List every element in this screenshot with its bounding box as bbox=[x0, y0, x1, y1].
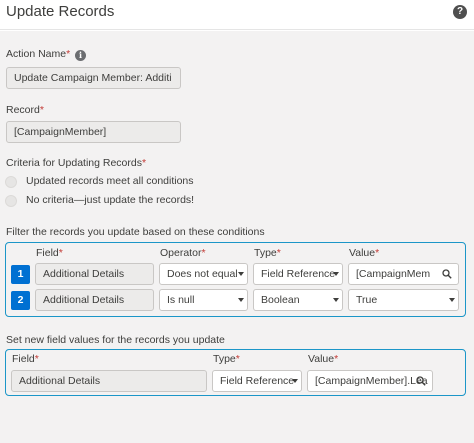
filter-column-field: Field* bbox=[36, 247, 63, 259]
filter-column-type: Type* bbox=[254, 247, 281, 259]
condition-operator-select[interactable]: Is null bbox=[159, 289, 248, 311]
required-mark: * bbox=[276, 247, 281, 259]
set-type-select[interactable]: Field Reference bbox=[212, 370, 302, 392]
action-name-label: Action Name* bbox=[6, 48, 70, 60]
filter-column-operator: Operator* bbox=[160, 247, 206, 259]
filter-heading: Filter the records you update based on t… bbox=[6, 226, 265, 238]
input-value: [CampaignMem bbox=[356, 268, 431, 280]
chevron-down-icon bbox=[333, 298, 339, 302]
column-label: Field bbox=[36, 247, 59, 259]
modal-header: Update Records ? bbox=[0, 0, 474, 30]
record-label: Record* bbox=[6, 104, 44, 116]
condition-type-select[interactable]: Boolean bbox=[253, 289, 343, 311]
select-value: True bbox=[356, 294, 378, 306]
column-label: Value bbox=[349, 247, 376, 259]
search-icon[interactable] bbox=[416, 376, 426, 386]
criteria-radio-no-criteria[interactable] bbox=[5, 195, 17, 207]
action-name-label-text: Action Name bbox=[6, 48, 67, 60]
action-name-field[interactable]: Update Campaign Member: Additi bbox=[6, 67, 181, 89]
condition-number-badge: 1 bbox=[11, 265, 30, 284]
chevron-down-icon bbox=[238, 272, 244, 276]
criteria-label: Criteria for Updating Records* bbox=[6, 157, 146, 169]
help-icon[interactable]: ? bbox=[453, 5, 467, 19]
set-column-type: Type* bbox=[213, 353, 240, 365]
required-mark: * bbox=[39, 104, 44, 116]
select-value: Boolean bbox=[261, 294, 300, 306]
column-label: Type bbox=[254, 247, 277, 259]
select-value: Field Reference bbox=[261, 268, 336, 280]
chevron-down-icon bbox=[238, 298, 244, 302]
condition-field[interactable]: Additional Details bbox=[35, 289, 154, 311]
criteria-radio-all-conditions[interactable] bbox=[5, 176, 17, 188]
required-mark: * bbox=[34, 353, 39, 365]
column-label: Type bbox=[213, 353, 236, 365]
set-column-field: Field* bbox=[12, 353, 39, 365]
condition-value-input[interactable]: [CampaignMem bbox=[348, 263, 459, 285]
criteria-option-label: No criteria—just update the records! bbox=[26, 194, 195, 206]
select-value: Field Reference bbox=[220, 375, 295, 387]
chevron-down-icon bbox=[449, 298, 455, 302]
select-value: Is null bbox=[167, 294, 195, 306]
condition-operator-select[interactable]: Does not equal bbox=[159, 263, 248, 285]
set-value-input[interactable]: [CampaignMember].Lea bbox=[307, 370, 433, 392]
chevron-down-icon bbox=[292, 379, 298, 383]
required-mark: * bbox=[201, 247, 206, 259]
required-mark: * bbox=[58, 247, 63, 259]
criteria-option-label: Updated records meet all conditions bbox=[26, 175, 194, 187]
chevron-down-icon bbox=[333, 272, 339, 276]
info-icon[interactable]: i bbox=[75, 50, 86, 61]
column-label: Field bbox=[12, 353, 35, 365]
required-mark: * bbox=[334, 353, 339, 365]
condition-number-badge: 2 bbox=[11, 291, 30, 310]
required-mark: * bbox=[235, 353, 240, 365]
column-label: Value bbox=[308, 353, 335, 365]
select-value: Does not equal bbox=[167, 268, 238, 280]
search-icon[interactable] bbox=[442, 269, 452, 279]
required-mark: * bbox=[375, 247, 380, 259]
required-mark: * bbox=[66, 48, 71, 60]
condition-field[interactable]: Additional Details bbox=[35, 263, 154, 285]
record-field[interactable]: [CampaignMember] bbox=[6, 121, 181, 143]
condition-type-select[interactable]: Field Reference bbox=[253, 263, 343, 285]
condition-value-select[interactable]: True bbox=[348, 289, 459, 311]
record-label-text: Record bbox=[6, 104, 40, 116]
required-mark: * bbox=[141, 157, 147, 169]
filter-column-value: Value* bbox=[349, 247, 379, 259]
input-value: [CampaignMember].Lea bbox=[315, 375, 428, 387]
set-values-heading: Set new field values for the records you… bbox=[6, 334, 225, 346]
set-column-value: Value* bbox=[308, 353, 338, 365]
set-field[interactable]: Additional Details bbox=[11, 370, 207, 392]
page-title: Update Records bbox=[6, 3, 115, 20]
criteria-label-text: Criteria for Updating Records bbox=[6, 157, 142, 169]
column-label: Operator bbox=[160, 247, 202, 259]
